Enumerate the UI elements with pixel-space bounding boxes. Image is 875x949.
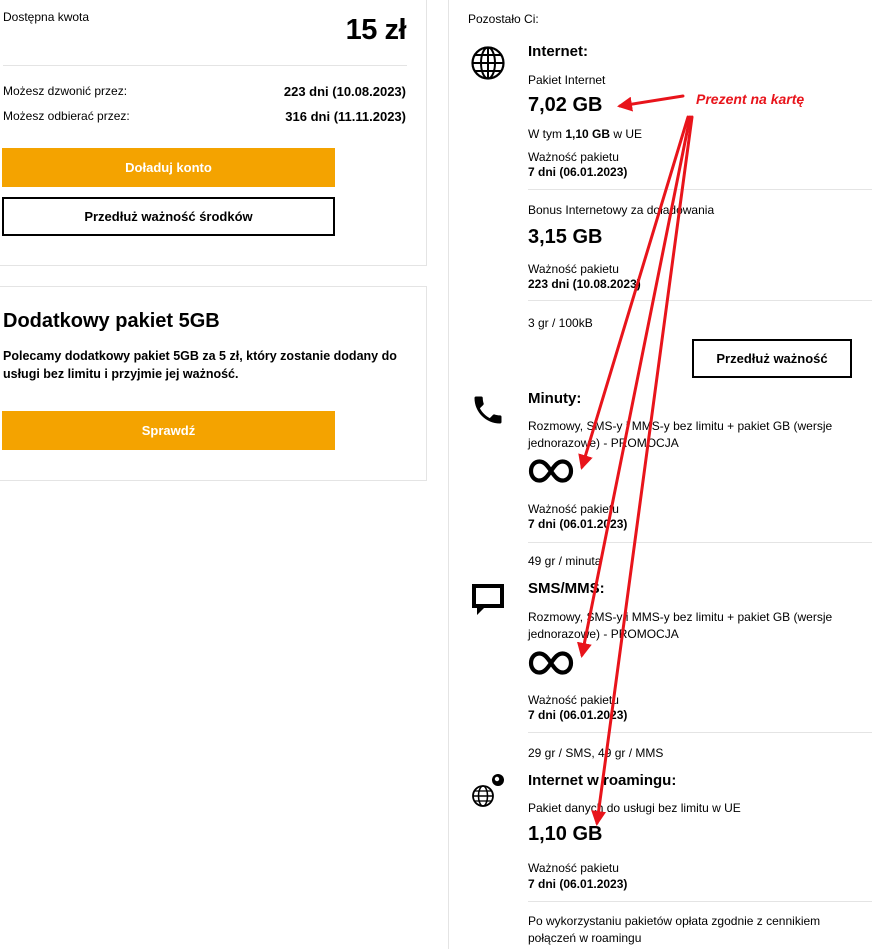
annotation-arrows bbox=[577, 94, 694, 826]
